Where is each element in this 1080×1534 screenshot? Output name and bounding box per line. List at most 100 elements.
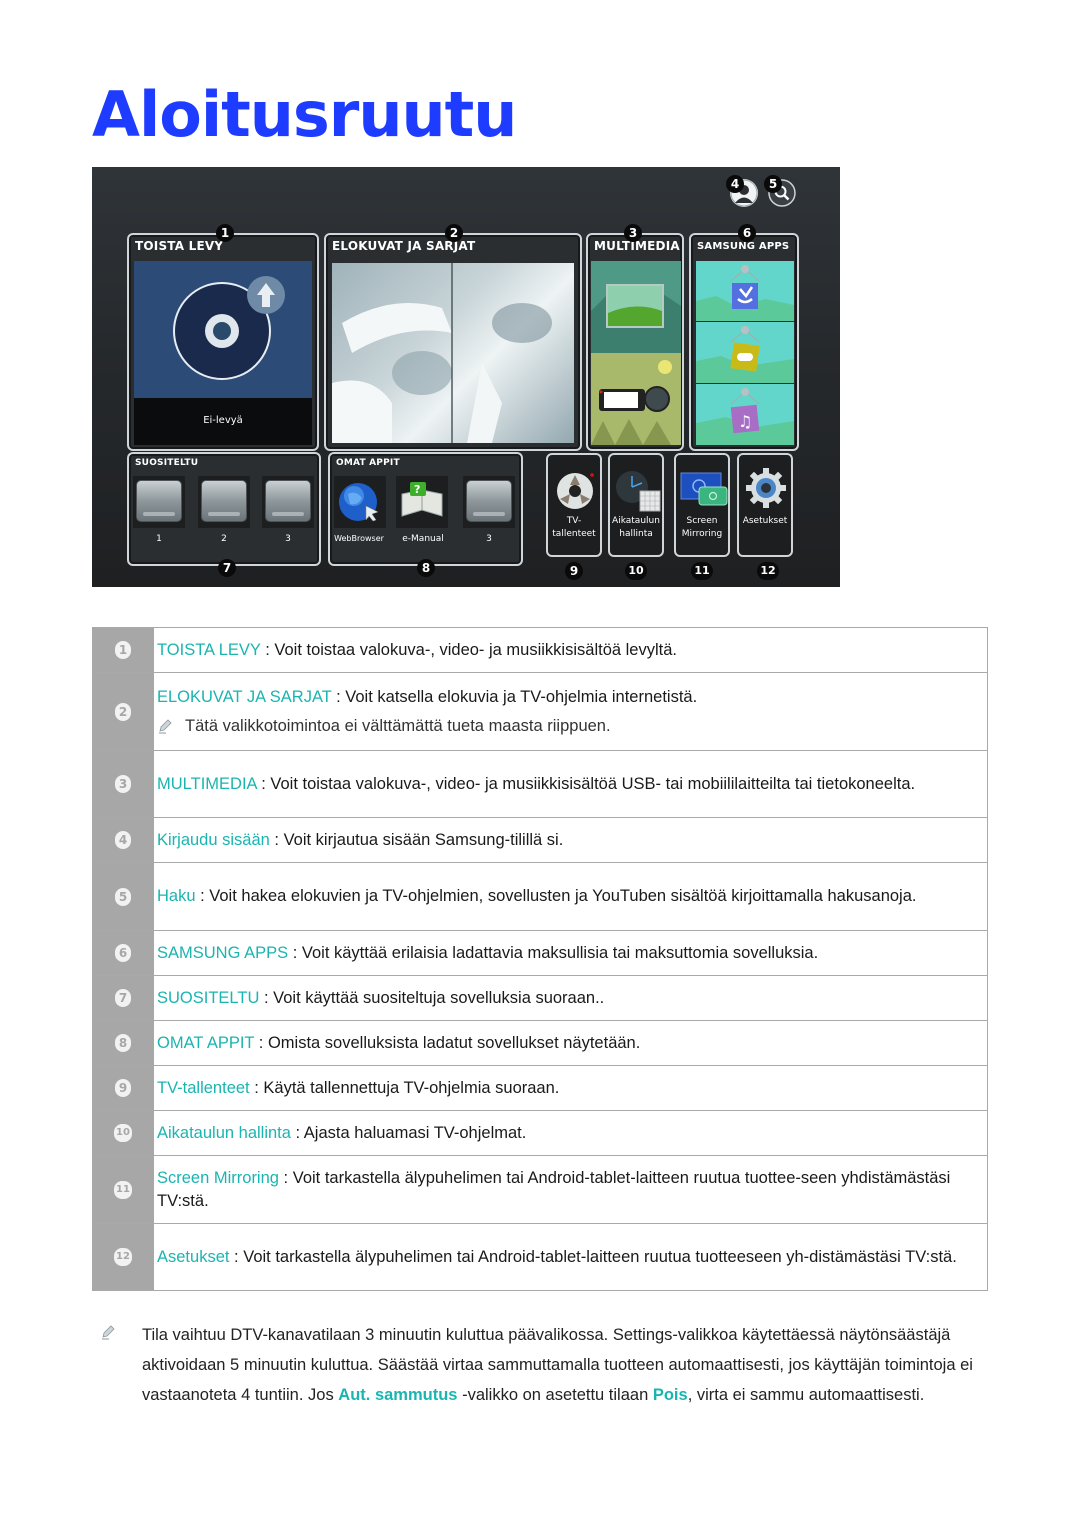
callout-badge: 9 (565, 562, 583, 580)
callout-badge: 7 (218, 559, 236, 577)
tile-elokuvat-ja-sarjat[interactable]: ELOKUVAT JA SARJAT (324, 233, 582, 451)
tile-asetukset[interactable]: Asetukset (737, 453, 793, 557)
row-keyword: Aikataulun hallinta (157, 1123, 291, 1142)
tile-label-line1: Asetukset (742, 516, 788, 526)
screen-mirroring-icon (680, 472, 728, 506)
callout-badge: 5 (764, 175, 782, 193)
tile-aikataulun-hallinta[interactable]: Aikataulun hallinta (608, 453, 664, 557)
recommended-app-2[interactable] (198, 476, 250, 528)
row-text: : Ajasta haluamasi TV-ohjelmat. (290, 1123, 527, 1142)
tile-label: SAMSUNG APPS (697, 241, 790, 252)
clock-calendar-icon (616, 471, 661, 512)
table-row: 7 SUOSITELTU : Voit käyttää suositeltuja… (92, 976, 988, 1021)
app-label: WebBrowser (334, 534, 384, 543)
tile-suositeltu: SUOSITELTU 1 2 3 (127, 452, 321, 566)
tile-toista-levy[interactable]: TOISTA LEVY Ei-levyä (127, 233, 319, 451)
row-text: : Voit tarkastella älypuhelimen tai Andr… (229, 1247, 957, 1266)
row-number: 10 (114, 1124, 132, 1142)
recommended-app-3[interactable] (262, 476, 314, 528)
callout-badge: 4 (726, 175, 744, 193)
svg-text:♫: ♫ (738, 412, 752, 431)
tile-label: OMAT APPIT (336, 458, 400, 468)
row-keyword: OMAT APPIT (157, 1033, 255, 1052)
footnote-text: , virta ei sammu automaattisesti. (687, 1386, 925, 1404)
movie-poster-left (332, 263, 574, 443)
tile-label-line2: tallenteet (552, 529, 596, 539)
tile-label-line2: hallinta (619, 529, 653, 539)
row-text: : Voit käyttää erilaisia ladattavia maks… (288, 943, 819, 962)
table-row: 1 TOISTA LEVY : Voit toistaa valokuva-, … (92, 628, 988, 673)
row-number: 8 (115, 1034, 131, 1052)
tile-screen-mirroring[interactable]: Screen Mirroring (674, 453, 730, 557)
book-help-icon: ? (401, 482, 443, 517)
disc-artwork (134, 261, 312, 398)
row-number: 5 (115, 887, 131, 906)
callout-badge: 8 (417, 559, 435, 577)
svg-text:?: ? (414, 483, 420, 496)
app-label: 1 (156, 534, 162, 544)
tape-reel-icon (557, 473, 594, 509)
table-row: 8 OMAT APPIT : Omista sovelluksista lada… (92, 1021, 988, 1066)
row-text: : Omista sovelluksista ladatut sovelluks… (254, 1033, 641, 1052)
recommended-app-1[interactable] (133, 476, 185, 528)
table-row: 11 Screen Mirroring : Voit tarkastella ä… (92, 1156, 988, 1224)
row-number: 12 (114, 1248, 132, 1266)
table-row: 9 TV-tallenteet : Käytä tallennettuja TV… (92, 1066, 988, 1111)
app-label: 3 (285, 534, 291, 544)
tile-label-line1: Screen (686, 516, 718, 526)
row-text: : Voit käyttää suositeltuja sovelluksia … (259, 988, 605, 1007)
my-app-3[interactable] (463, 476, 515, 528)
footnote: Tila vaihtuu DTV-kanavatilaan 3 minuutin… (100, 1320, 980, 1410)
footnote-keyword: Pois (652, 1386, 688, 1404)
row-keyword: Kirjaudu sisään (157, 830, 270, 849)
row-text: : Voit katsella elokuvia ja TV-ohjelmia … (331, 687, 698, 706)
webbrowser-app[interactable] (334, 476, 386, 528)
table-row: 5 Haku : Voit hakea elokuvien ja TV-ohje… (92, 863, 988, 931)
row-text: : Voit toistaa valokuva-, video- ja musi… (256, 774, 916, 793)
row-keyword: MULTIMEDIA (157, 774, 257, 793)
row-number: 6 (115, 944, 131, 962)
tile-label: TOISTA LEVY (135, 239, 224, 253)
page-title: Aloitusruutu (92, 78, 517, 151)
gear-icon (746, 468, 786, 508)
tile-omat-appit: OMAT APPIT ? WebBrowser e-Manual 3 (328, 452, 523, 566)
row-number: 11 (114, 1180, 132, 1199)
table-row: 2 ELOKUVAT JA SARJAT : Voit katsella elo… (92, 673, 988, 751)
app-label: 2 (221, 534, 227, 544)
row-number: 7 (115, 989, 131, 1007)
table-row: 3 MULTIMEDIA : Voit toistaa valokuva-, v… (92, 751, 988, 818)
emanual-app[interactable]: ? (396, 476, 448, 528)
row-keyword: Screen Mirroring (157, 1168, 279, 1187)
description-table: 1 TOISTA LEVY : Voit toistaa valokuva-, … (92, 627, 988, 1291)
row-text: : Käytä tallennettuja TV-ohjelmia suoraa… (249, 1078, 560, 1097)
app-label: 3 (486, 534, 492, 544)
pencil-icon (159, 719, 172, 734)
callout-badge: 1 (216, 224, 234, 242)
pencil-icon (102, 1325, 115, 1340)
disc-icon (173, 276, 285, 380)
row-keyword: ELOKUVAT JA SARJAT (157, 687, 332, 706)
tile-label-line2: Mirroring (681, 529, 723, 539)
tile-label-line1: TV- (566, 516, 582, 526)
tile-tv-tallenteet[interactable]: TV-tallenteet (546, 453, 602, 557)
callout-badge: 6 (738, 224, 756, 242)
tile-label-line1: Aikataulun (612, 516, 660, 526)
globe-icon (339, 483, 379, 522)
row-keyword: SAMSUNG APPS (157, 943, 289, 962)
row-number: 1 (115, 641, 131, 659)
tv-home-screen: 4 5 1 TOISTA LEVY Ei-levyä 2 ELOKUVAT JA… (92, 167, 840, 587)
note-text: Tätä valikkotoimintoa ei välttämättä tue… (185, 716, 611, 735)
tile-samsung-apps[interactable]: SAMSUNG APPS ♫ (689, 233, 799, 451)
callout-badge: 3 (624, 224, 642, 242)
callout-badge: 2 (445, 224, 463, 242)
tile-multimedia[interactable]: MULTIMEDIA (586, 233, 684, 451)
callout-badge: 11 (691, 562, 713, 580)
table-row: 12 Asetukset : Voit tarkastella älypuhel… (92, 1224, 988, 1291)
row-keyword: TOISTA LEVY (157, 640, 261, 659)
row-text: : Voit hakea elokuvien ja TV-ohjelmien, … (195, 887, 917, 905)
callout-badge: 10 (625, 562, 647, 580)
row-number: 4 (115, 831, 131, 849)
row-number: 2 (115, 702, 131, 721)
multimedia-artwork (591, 261, 681, 445)
disc-status: Ei-levyä (203, 415, 243, 426)
